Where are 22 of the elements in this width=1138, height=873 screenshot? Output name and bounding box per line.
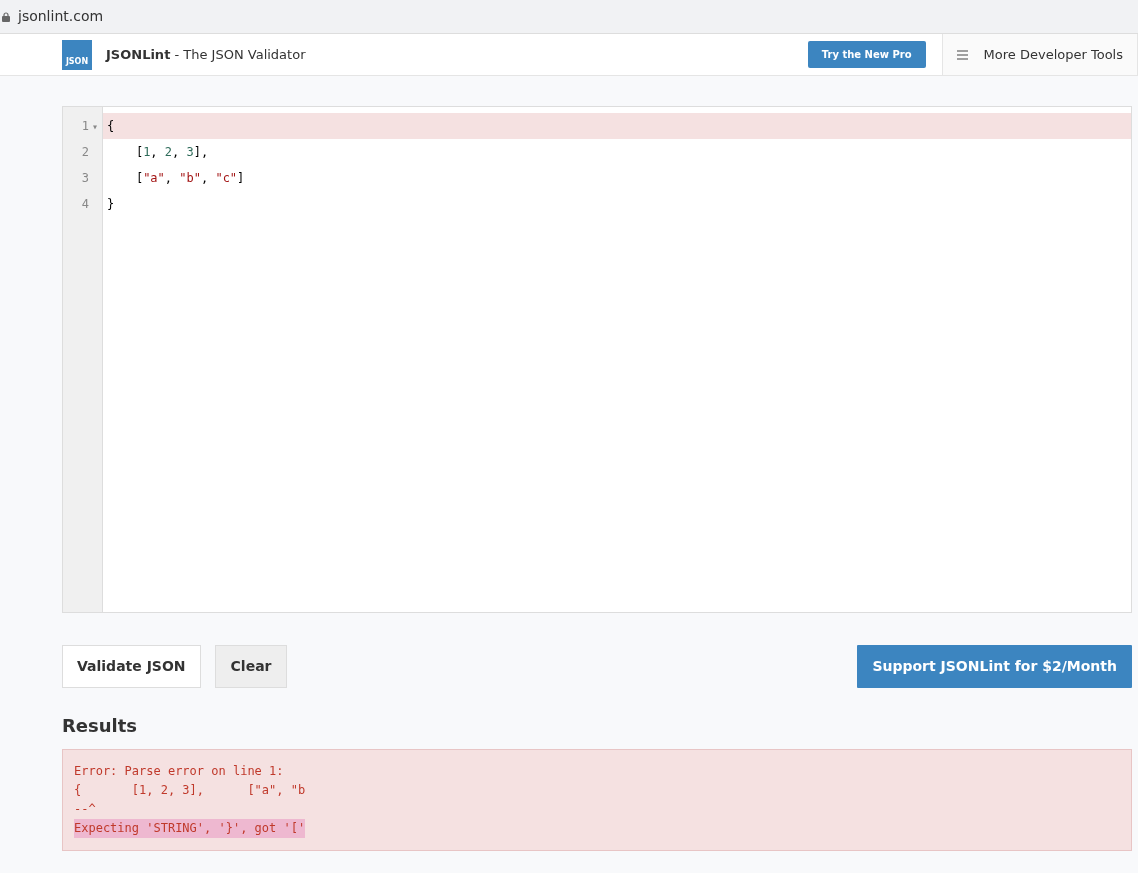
error-line: Error: Parse error on line 1: (74, 763, 284, 780)
developer-tools-menu[interactable]: More Developer Tools (941, 34, 1138, 75)
line-number: 3 (81, 170, 89, 187)
logo[interactable]: JSON (62, 39, 92, 70)
validate-button[interactable]: Validate JSON (62, 645, 201, 688)
error-line: { [1, 2, 3], ["a", "b (74, 782, 306, 799)
line-number: 4 (81, 196, 89, 213)
line-number: 1 (81, 118, 89, 135)
support-button[interactable]: Support JSONLint for $2/Month (857, 645, 1132, 688)
lock-icon (2, 11, 10, 22)
menu-icon (956, 49, 968, 60)
try-pro-button[interactable]: Try the New Pro (807, 41, 926, 68)
clear-button[interactable]: Clear (214, 645, 288, 688)
site-title[interactable]: JSONLint - The JSON Validator (106, 44, 306, 65)
code-line: [1, 2, 3], (134, 144, 210, 161)
code-line: } (106, 196, 116, 213)
line-number: 2 (81, 144, 89, 161)
code-line: ["a", "b", "c"] (134, 170, 246, 187)
address-text[interactable]: jsonlint.com (18, 6, 104, 27)
error-line: --^ (74, 801, 96, 818)
code-editor[interactable]: 1 ▾ 2 3 4 { [1, 2, 3], ["a", "b", "c"] } (62, 106, 1132, 613)
results-heading: Results (62, 714, 139, 738)
